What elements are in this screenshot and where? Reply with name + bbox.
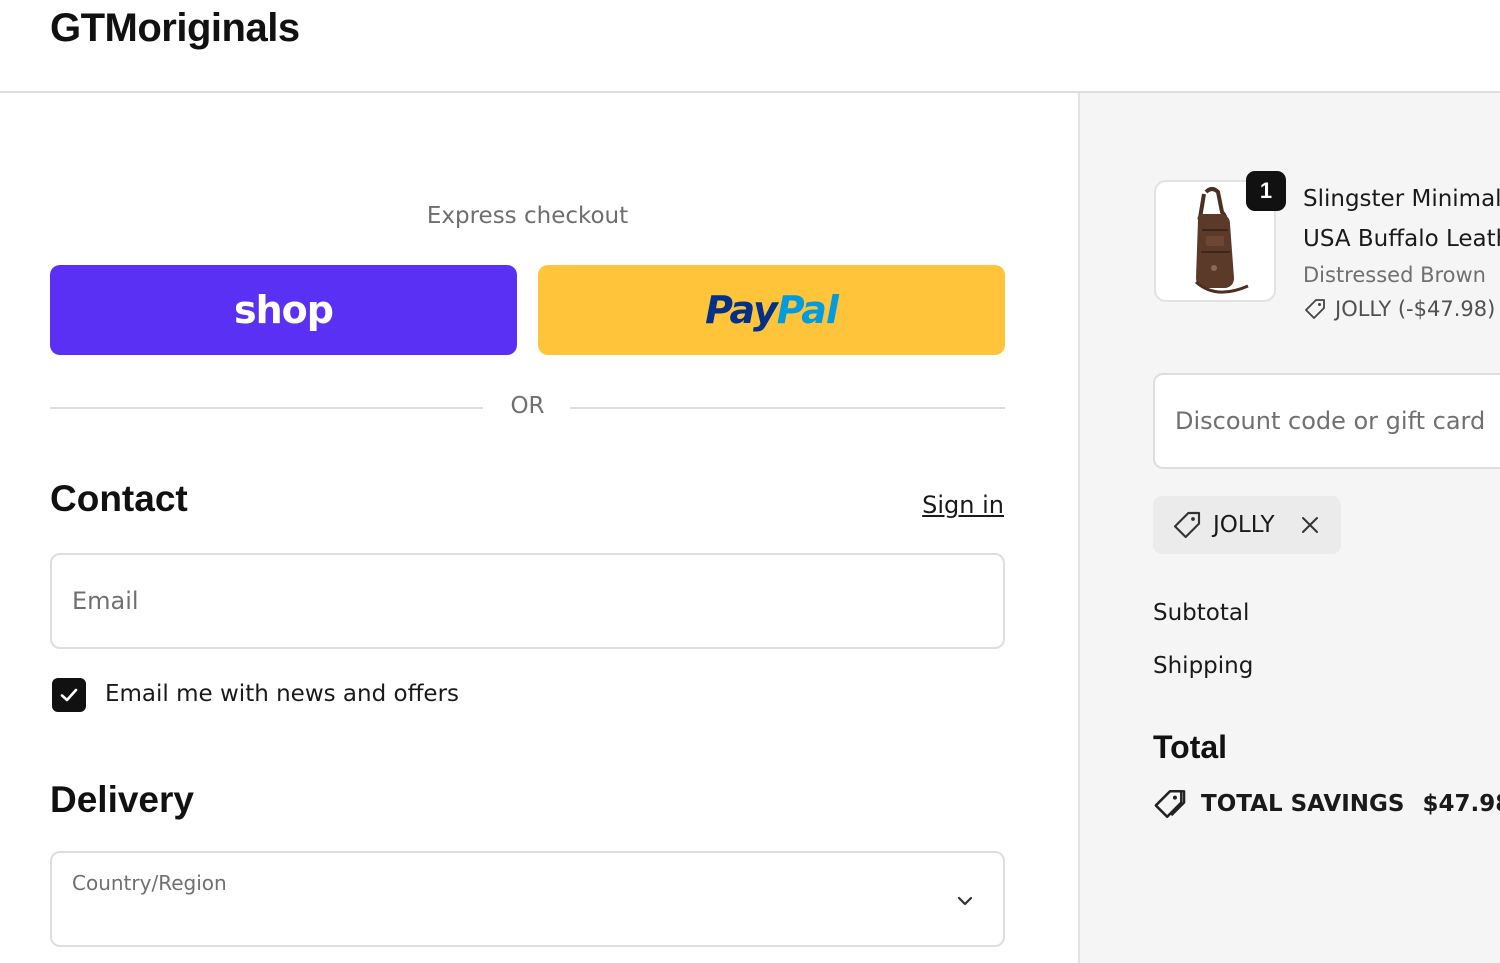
store-logo[interactable]: GTMoriginals <box>50 6 300 51</box>
close-icon[interactable] <box>1299 514 1321 536</box>
country-label: Country/Region <box>72 871 227 895</box>
tag-icon <box>1305 299 1325 319</box>
applied-code-label: JOLLY <box>1213 512 1275 538</box>
email-field[interactable] <box>50 553 1005 649</box>
total-savings-amount: $47.98 <box>1422 791 1500 817</box>
checkout-main: Express checkout shop Pay Pal OR Contact … <box>0 93 1078 963</box>
tag-icon <box>1173 511 1201 539</box>
product-discount: JOLLY (-$47.98) <box>1303 297 1495 321</box>
total-savings-label: TOTAL SAVINGS <box>1201 791 1405 817</box>
email-input[interactable] <box>72 555 972 647</box>
discount-code-input[interactable] <box>1175 375 1500 467</box>
newsletter-checkbox[interactable] <box>52 678 86 712</box>
paypal-logo-part1: Pay <box>705 288 778 332</box>
checkmark-icon <box>60 688 78 702</box>
product-name-line2: USA Buffalo Leath <box>1303 226 1500 252</box>
product-name-line1: Slingster Minimal <box>1303 186 1500 212</box>
chevron-down-icon <box>957 896 973 906</box>
newsletter-label[interactable]: Email me with news and offers <box>105 681 459 707</box>
savings-tag-icon <box>1154 789 1186 819</box>
shop-pay-logo: shop <box>234 288 334 332</box>
express-checkout-label: Express checkout <box>426 203 629 229</box>
product-discount-text: JOLLY (-$47.98) <box>1335 297 1496 321</box>
discount-code-field[interactable] <box>1153 373 1500 469</box>
delivery-heading: Delivery <box>50 779 194 820</box>
product-variant: Distressed Brown <box>1303 263 1486 287</box>
shipping-label: Shipping <box>1153 653 1254 679</box>
header: GTMoriginals <box>0 0 1500 93</box>
subtotal-label: Subtotal <box>1153 600 1250 626</box>
paypal-button[interactable]: Pay Pal <box>538 265 1005 355</box>
order-summary: 1 Slingster Minimal USA Buffalo Leath Di… <box>1078 93 1500 963</box>
country-select[interactable]: Country/Region <box>50 851 1005 947</box>
total-savings: TOTAL SAVINGS $47.98 <box>1153 787 1500 821</box>
sign-in-link[interactable]: Sign in <box>922 491 1004 519</box>
contact-heading: Contact <box>50 478 188 519</box>
shop-pay-button[interactable]: shop <box>50 265 517 355</box>
or-divider: OR <box>50 393 1005 423</box>
divider-line-right <box>570 407 1005 409</box>
applied-discount-chip: JOLLY <box>1153 496 1341 554</box>
product-name: Slingster Minimal USA Buffalo Leath <box>1303 179 1500 259</box>
paypal-logo-part2: Pal <box>776 288 839 332</box>
or-label: OR <box>510 393 545 419</box>
total-label: Total <box>1153 729 1228 765</box>
quantity-badge: 1 <box>1246 171 1286 211</box>
